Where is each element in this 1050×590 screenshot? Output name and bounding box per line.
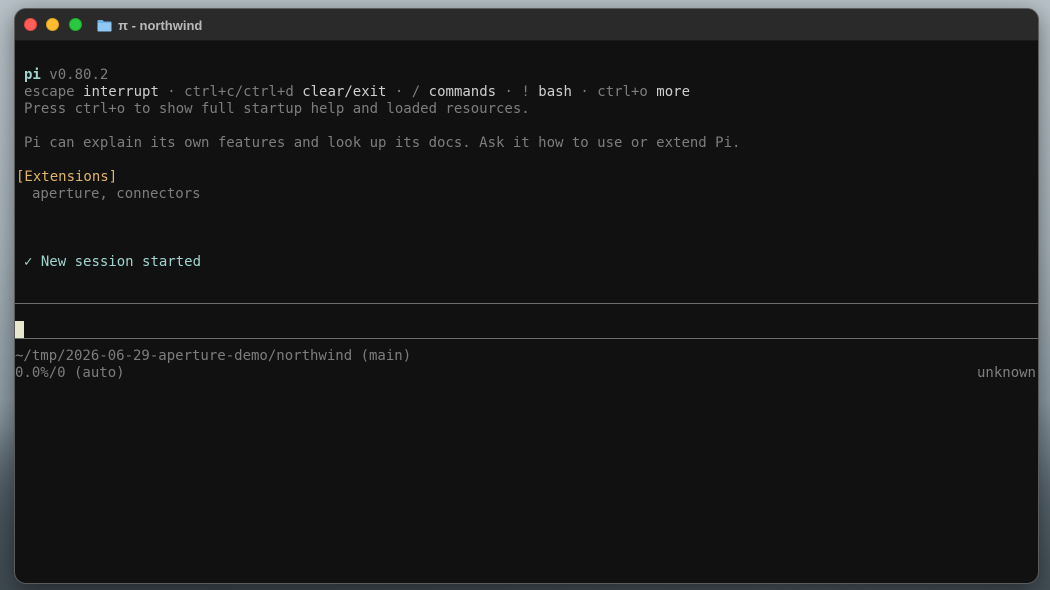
terminal-window[interactable]: π - northwind pi v0.80.2 escape interrup… (14, 8, 1039, 584)
session-status: ✓ New session started (24, 254, 201, 271)
shortcut-separator: · (571, 84, 598, 100)
check-icon: ✓ (24, 254, 33, 270)
shortcut-bang-action: bash (538, 84, 572, 100)
minimize-button[interactable] (46, 18, 59, 31)
app-name: pi (24, 67, 41, 83)
extensions-list: aperture, connectors (32, 186, 201, 202)
shortcut-ctrlc-key: ctrl+c/ctrl+d (184, 84, 294, 100)
shortcut-ctrlo-action: more (656, 84, 691, 100)
title-bar[interactable]: π - northwind (15, 9, 1038, 41)
startup-hint: Press ctrl+o to show full startup help a… (24, 101, 530, 117)
window-title-text: π - northwind (118, 17, 203, 33)
info-line: Pi can explain its own features and look… (24, 135, 741, 151)
shortcut-ctrlo-key: ctrl+o (597, 84, 648, 100)
shortcut-separator: · (386, 84, 412, 100)
status-usage: 0.0%/0 (auto) (15, 365, 125, 381)
input-divider-bottom (15, 338, 1038, 339)
shortcut-ctrlc-action: clear/exit (302, 84, 387, 100)
session-message: New session started (40, 254, 202, 270)
terminal-output[interactable]: pi v0.80.2 escape interrupt · ctrl+c/ctr… (15, 41, 1038, 583)
extensions-header: [Extensions] (16, 169, 118, 185)
shortcut-escape-action: interrupt (83, 84, 159, 100)
close-button[interactable] (24, 18, 37, 31)
version-text: v0.80.2 (49, 67, 109, 83)
shortcut-bang-key: ! (521, 84, 530, 100)
shortcut-line: escape interrupt · ctrl+c/ctrl+d clear/e… (24, 84, 690, 101)
maximize-button[interactable] (69, 18, 82, 31)
window-title: π - northwind (97, 16, 202, 34)
status-model: unknown (976, 365, 1036, 381)
status-path: ~/tmp/2026-06-29-aperture-demo/northwind… (15, 348, 412, 364)
folder-icon (97, 19, 112, 31)
shortcut-slash-key: / (411, 84, 421, 100)
input-divider-top (15, 303, 1038, 304)
shortcut-escape-key: escape (24, 84, 75, 100)
shortcut-separator: · (158, 84, 185, 100)
shortcut-separator: · (496, 84, 522, 100)
version-line: pi v0.80.2 (24, 67, 108, 84)
shortcut-slash-action: commands (428, 84, 497, 100)
input-cursor[interactable] (15, 321, 24, 338)
